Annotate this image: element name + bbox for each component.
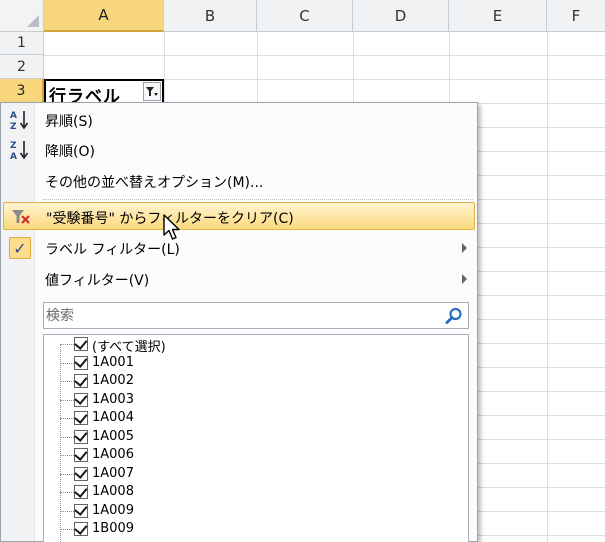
submenu-arrow-icon xyxy=(462,274,467,284)
menu-item-label-filter[interactable]: ✓ ラベル フィルター(L) xyxy=(3,234,475,262)
row-header-1[interactable]: 1 xyxy=(0,32,44,55)
svg-text:Z: Z xyxy=(10,141,17,151)
checkbox-checked[interactable] xyxy=(74,355,88,370)
column-header-d[interactable]: D xyxy=(353,0,449,32)
sort-a-z-icon: A Z xyxy=(7,109,33,131)
menu-item-value-filter[interactable]: 値フィルター(V) xyxy=(3,265,475,293)
menu-separator xyxy=(43,199,473,200)
svg-text:Z: Z xyxy=(10,122,17,131)
select-all-corner[interactable] xyxy=(0,0,44,32)
list-item-label: 1B009 xyxy=(92,521,135,536)
label-filter-label: ラベル フィルター(L) xyxy=(45,242,180,258)
checkmark-icon: ✓ xyxy=(9,237,31,259)
column-header-b[interactable]: B xyxy=(164,0,257,32)
sort-z-a-icon: Z A xyxy=(7,139,33,161)
menu-item-sort-descending[interactable]: Z A 降順(O) xyxy=(3,136,475,164)
list-item-label: 1A008 xyxy=(92,484,134,499)
list-item[interactable]: 1A008 xyxy=(44,483,464,502)
column-header-c[interactable]: C xyxy=(257,0,353,32)
menu-item-more-sort-options[interactable]: その他の並べ替えオプション(M)... xyxy=(3,167,475,195)
list-item-label: 1A004 xyxy=(92,410,134,425)
list-item[interactable]: 1A001 xyxy=(44,354,464,373)
search-input[interactable] xyxy=(46,304,436,327)
list-item[interactable]: 1A006 xyxy=(44,446,464,465)
clear-filter-label: "受験番号" からフィルターをクリア(C) xyxy=(46,211,294,227)
checkbox-checked[interactable] xyxy=(74,374,88,388)
list-item[interactable]: 1A005 xyxy=(44,428,464,447)
list-item-label: 1A005 xyxy=(92,428,134,444)
row-header-2[interactable]: 2 xyxy=(0,55,44,79)
row-header-3[interactable]: 3 xyxy=(0,79,44,103)
list-item[interactable]: 1A004 xyxy=(44,409,464,428)
sort-ascending-label: 昇順(S) xyxy=(45,114,93,130)
svg-text:A: A xyxy=(10,152,17,161)
list-item[interactable]: 1B009 xyxy=(44,520,464,539)
list-item-label: 1A007 xyxy=(92,465,134,481)
select-all-triangle-icon xyxy=(27,15,39,27)
sort-descending-label: 降順(O) xyxy=(45,144,95,160)
search-box[interactable] xyxy=(43,302,469,329)
list-item-label: 1A002 xyxy=(92,373,134,388)
list-item[interactable]: 1A003 xyxy=(44,391,464,410)
checkbox-checked[interactable] xyxy=(74,337,88,351)
list-item-label: 1A001 xyxy=(92,354,134,370)
list-item-label: (すべて選択) xyxy=(92,340,166,355)
column-header-e[interactable]: E xyxy=(449,0,547,32)
checkbox-checked[interactable] xyxy=(74,392,88,407)
list-item-label: 1A003 xyxy=(92,391,134,407)
checkbox-checked[interactable] xyxy=(74,466,88,481)
value-filter-label: 値フィルター(V) xyxy=(45,273,150,289)
column-header-a[interactable]: A xyxy=(44,0,164,32)
menu-item-clear-filter[interactable]: "受験番号" からフィルターをクリア(C) xyxy=(3,202,475,230)
checkbox-checked[interactable] xyxy=(74,503,88,518)
filter-dropdown-icon xyxy=(146,86,158,96)
list-item-select-all[interactable]: (すべて選択) xyxy=(44,335,464,355)
search-icon[interactable] xyxy=(444,306,464,326)
list-item-label: 1A009 xyxy=(92,502,134,518)
filter-item-list[interactable]: (すべて選択) 1A001 1A002 1A003 1A004 1A005 1A… xyxy=(43,334,469,542)
list-item[interactable]: 1A002 xyxy=(44,372,464,391)
cell-a3[interactable]: 行ラベル xyxy=(44,79,164,107)
menu-item-sort-ascending[interactable]: A Z 昇順(S) xyxy=(3,106,475,134)
checkbox-checked[interactable] xyxy=(74,522,88,536)
list-item[interactable]: 1A009 xyxy=(44,502,464,521)
filter-dropdown-button[interactable] xyxy=(143,82,161,101)
label-filter-check: ✓ xyxy=(7,237,33,259)
column-header-f[interactable]: F xyxy=(547,0,605,32)
svg-text:A: A xyxy=(10,111,17,121)
checkbox-checked[interactable] xyxy=(74,429,88,444)
checkbox-checked[interactable] xyxy=(74,485,88,499)
list-item[interactable]: 1A007 xyxy=(44,465,464,484)
checkbox-checked[interactable] xyxy=(74,448,88,462)
more-sort-options-label: その他の並べ替えオプション(M)... xyxy=(45,175,264,191)
checkbox-checked[interactable] xyxy=(74,411,88,425)
filter-menu: A Z 昇順(S) Z A 降順(O) その他の並べ替えオプション(M)... xyxy=(0,102,478,542)
submenu-arrow-icon xyxy=(462,243,467,253)
list-item-label: 1A006 xyxy=(92,447,134,462)
clear-filter-icon xyxy=(8,206,34,228)
